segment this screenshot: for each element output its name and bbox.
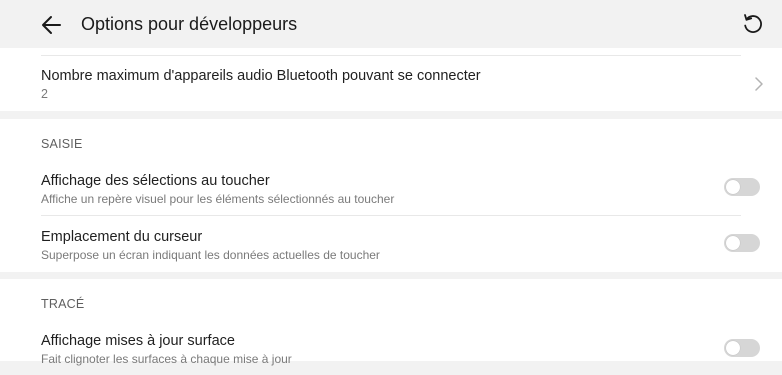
show-taps-row[interactable]: Affichage des sélections au toucher Affi…	[0, 163, 782, 215]
show-surface-updates-subtitle: Fait clignoter les surfaces à chaque mis…	[41, 352, 292, 366]
pointer-location-title: Emplacement du curseur	[41, 229, 203, 245]
toggle-knob	[726, 236, 740, 250]
bluetooth-max-devices-title: Nombre maximum d'appareils audio Bluetoo…	[41, 68, 481, 84]
pointer-location-row[interactable]: Emplacement du curseur Superpose un écra…	[0, 219, 782, 271]
pointer-location-subtitle: Superpose un écran indiquant les données…	[41, 248, 380, 262]
trace-section: TRACÉ Affichage mises à jour surface Fai…	[0, 279, 782, 366]
pointer-location-toggle[interactable]	[724, 234, 760, 252]
refresh-icon	[744, 14, 762, 33]
back-button[interactable]	[38, 11, 66, 39]
page-title: Options pour développeurs	[81, 14, 298, 34]
section-header-saisie: SAISIE	[41, 137, 83, 151]
show-taps-title: Affichage des sélections au toucher	[41, 173, 270, 189]
show-surface-updates-toggle[interactable]	[724, 339, 760, 357]
arrow-left-icon	[42, 16, 61, 34]
bluetooth-max-devices-value: 2	[41, 87, 48, 101]
toggle-knob	[726, 180, 740, 194]
refresh-button[interactable]	[740, 11, 766, 37]
divider	[41, 215, 741, 216]
saisie-section: SAISIE Affichage des sélections au touch…	[0, 119, 782, 272]
show-taps-toggle[interactable]	[724, 178, 760, 196]
app-bar: Options pour développeurs	[0, 0, 782, 48]
toggle-knob	[726, 341, 740, 355]
show-surface-updates-title: Affichage mises à jour surface	[41, 333, 235, 349]
bluetooth-max-devices-row[interactable]: Nombre maximum d'appareils audio Bluetoo…	[0, 48, 782, 111]
bluetooth-card: Nombre maximum d'appareils audio Bluetoo…	[0, 48, 782, 111]
section-header-trace: TRACÉ	[41, 297, 85, 311]
chevron-right-icon	[755, 77, 763, 91]
show-taps-subtitle: Affiche un repère visuel pour les élémen…	[41, 192, 395, 206]
show-surface-updates-row[interactable]: Affichage mises à jour surface Fait clig…	[0, 323, 782, 375]
